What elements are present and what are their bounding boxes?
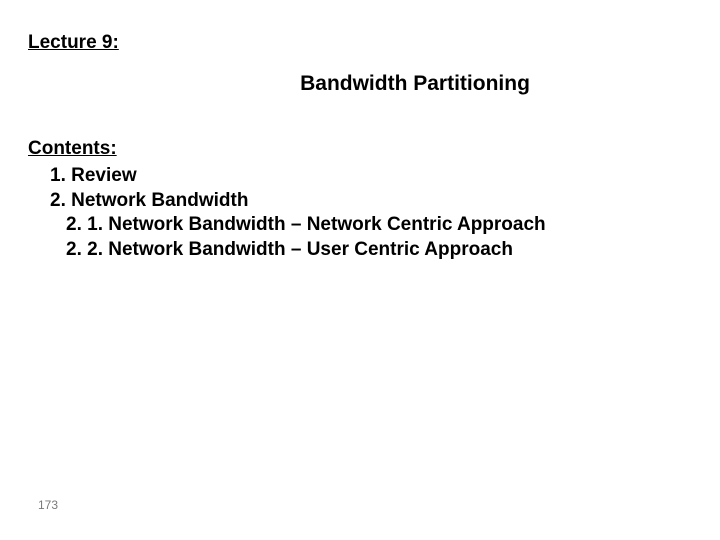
contents-heading: Contents: bbox=[28, 138, 692, 160]
toc-subitem: 2. 1. Network Bandwidth – Network Centri… bbox=[50, 213, 692, 238]
toc-item: 2. Network Bandwidth bbox=[50, 189, 692, 214]
toc-subitem: 2. 2. Network Bandwidth – User Centric A… bbox=[50, 238, 692, 263]
slide-title: Bandwidth Partitioning bbox=[138, 72, 692, 96]
table-of-contents: 1. Review 2. Network Bandwidth 2. 1. Net… bbox=[28, 164, 692, 263]
toc-item: 1. Review bbox=[50, 164, 692, 189]
lecture-label: Lecture 9: bbox=[28, 32, 692, 54]
page-number: 173 bbox=[38, 498, 58, 512]
